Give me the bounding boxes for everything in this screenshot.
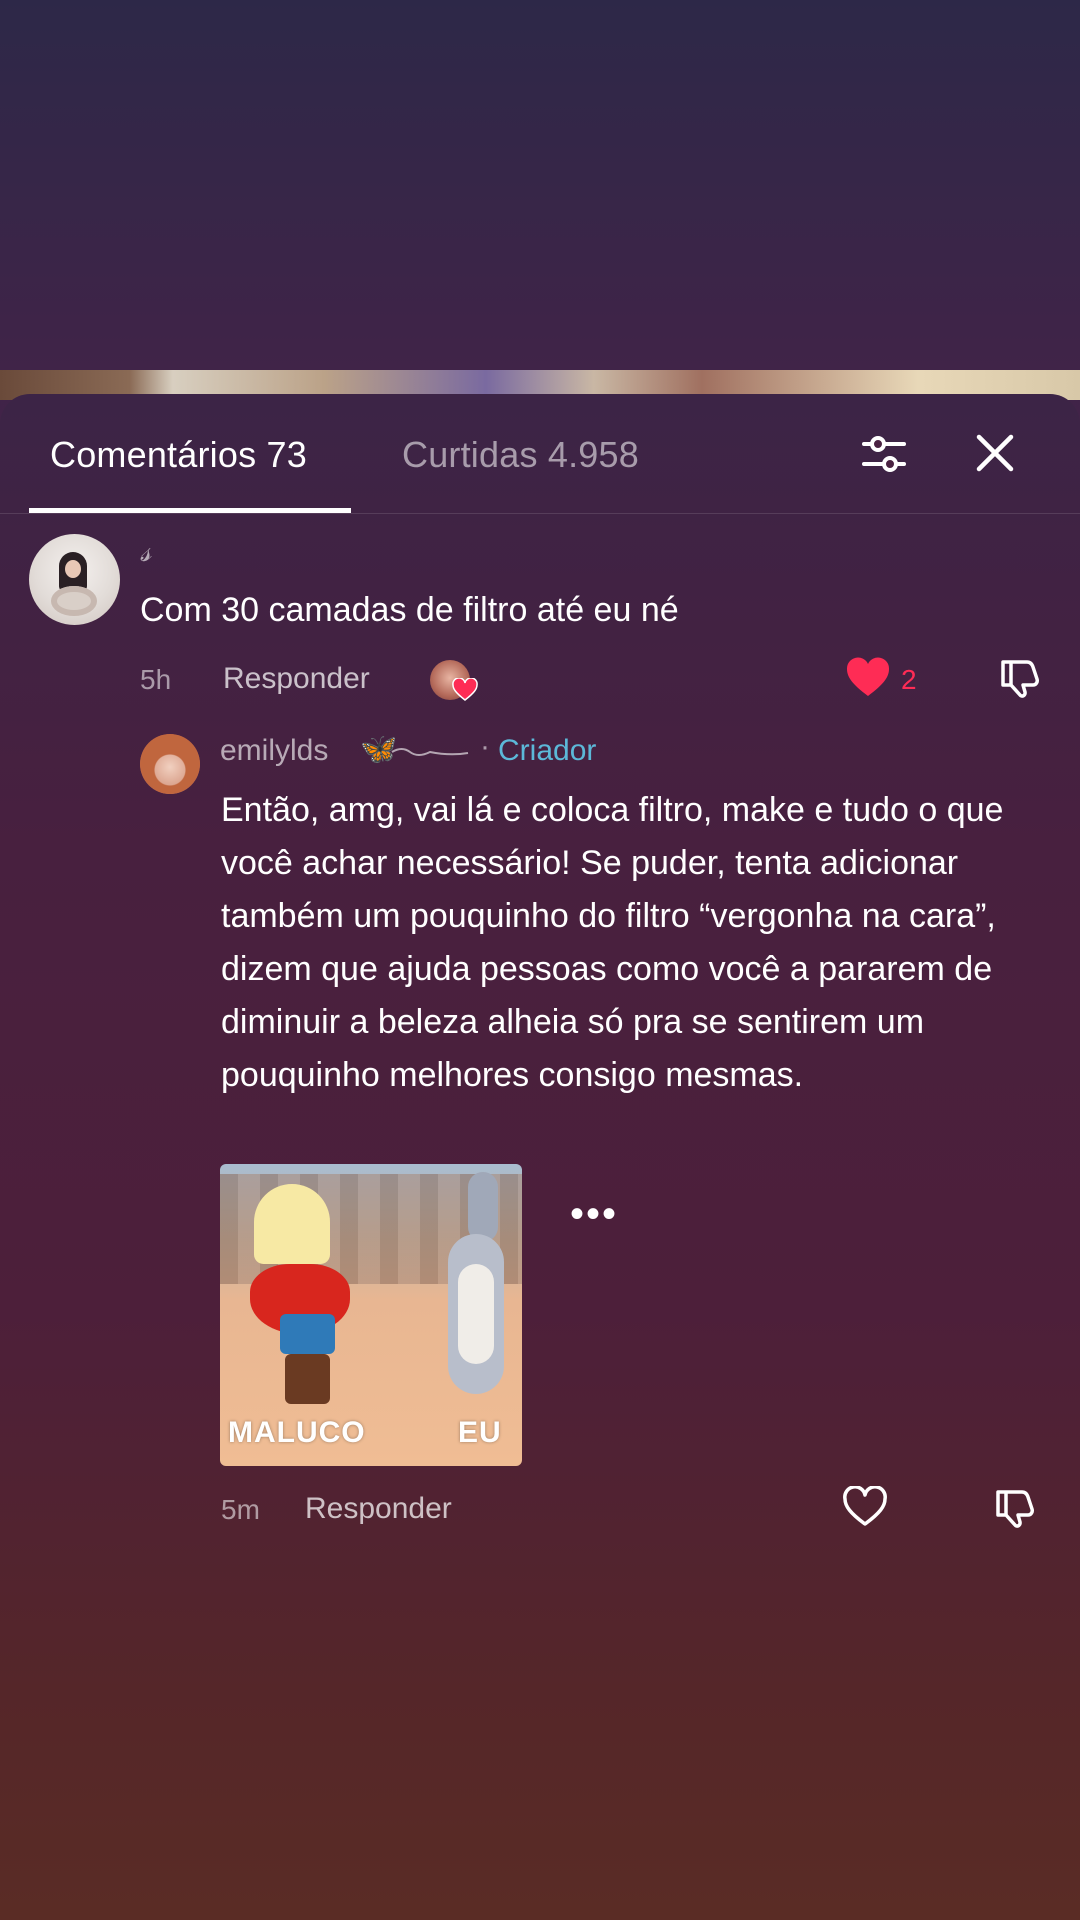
active-tab-indicator: [29, 508, 351, 513]
thumbs-down-icon[interactable]: [992, 1486, 1036, 1530]
reply-text: Então, amg, vai lá e coloca filtro, make…: [221, 791, 1004, 1094]
reply-button[interactable]: Responder: [223, 662, 370, 696]
filter-sliders-icon[interactable]: [860, 430, 908, 478]
swirl-decoration-icon: [391, 748, 469, 756]
commenter-avatar[interactable]: [29, 534, 120, 625]
commenter-username[interactable]: 𝓈: [140, 534, 151, 569]
reply-gif[interactable]: MALUCO EU: [220, 1164, 522, 1466]
gif-caption-left: MALUCO: [228, 1416, 366, 1449]
badge-separator: ·: [480, 730, 490, 763]
heart-outline-icon[interactable]: [842, 1486, 888, 1528]
comments-sheet: Comentários 73 Curtidas 4.958 𝓈 Com 30 c…: [0, 394, 1080, 1920]
creator-username[interactable]: emilylds: [220, 734, 328, 768]
comment-text: Com 30 camadas de filtro até eu né: [140, 591, 679, 629]
creator-avatar[interactable]: [140, 734, 200, 794]
close-icon[interactable]: [974, 432, 1016, 474]
reply-reply-button[interactable]: Responder: [305, 1492, 452, 1526]
comment-timestamp: 5h: [140, 664, 172, 695]
tab-comments[interactable]: Comentários 73: [50, 434, 307, 476]
reply-timestamp: 5m: [221, 1494, 260, 1525]
like-count: 2: [901, 664, 917, 695]
tab-likes[interactable]: Curtidas 4.958: [402, 434, 639, 476]
thumbs-down-icon[interactable]: [997, 656, 1041, 700]
gif-caption-right: EU: [458, 1416, 502, 1449]
heart-filled-icon[interactable]: [845, 656, 891, 698]
creator-liked-heart-icon: [452, 678, 478, 701]
tab-bar: Comentários 73 Curtidas 4.958: [0, 394, 1080, 514]
more-icon[interactable]: •••: [570, 1194, 618, 1234]
creator-badge: Criador: [498, 734, 597, 767]
